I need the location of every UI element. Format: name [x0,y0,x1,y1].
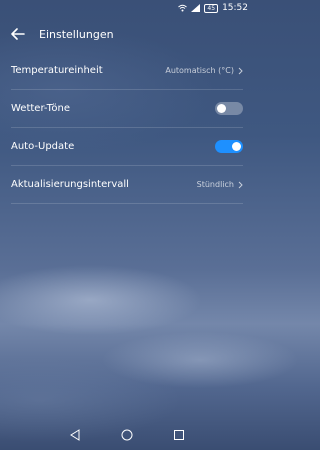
status-time: 15:52 [222,3,248,13]
setting-value: Automatisch (°C) [165,66,243,75]
setting-label: Aktualisierungsintervall [11,179,129,190]
back-arrow-icon[interactable] [11,26,27,42]
setting-auto-update[interactable]: Auto-Update [11,128,243,166]
auto-update-toggle[interactable] [215,140,243,153]
battery-icon: 45 [204,3,219,13]
status-bar: 45 15:52 [0,0,254,16]
setting-update-interval[interactable]: Aktualisierungsintervall Stündlich [11,166,243,204]
weather-sounds-toggle[interactable] [215,102,243,115]
setting-label: Temperatureinheit [11,65,103,76]
setting-label: Auto-Update [11,141,75,152]
nav-recents-icon[interactable] [173,429,185,441]
nav-back-icon[interactable] [69,429,81,441]
setting-value-text: Automatisch (°C) [165,66,234,75]
navigation-bar [0,420,254,450]
chevron-right-icon [238,67,243,74]
wifi-icon [178,4,188,12]
setting-value-text: Stündlich [196,180,234,189]
nav-home-icon[interactable] [121,429,133,441]
setting-weather-sounds[interactable]: Wetter-Töne [11,90,243,128]
settings-list: Temperatureinheit Automatisch (°C) Wette… [0,52,254,204]
page-title: Einstellungen [39,27,114,41]
setting-label: Wetter-Töne [11,103,71,114]
setting-value: Stündlich [197,180,243,189]
toggle-knob [232,142,241,151]
toggle-knob [217,104,226,113]
setting-temperature-unit[interactable]: Temperatureinheit Automatisch (°C) [11,52,243,90]
app-header: Einstellungen [0,18,254,50]
signal-icon [191,4,201,12]
chevron-right-icon [238,181,243,188]
